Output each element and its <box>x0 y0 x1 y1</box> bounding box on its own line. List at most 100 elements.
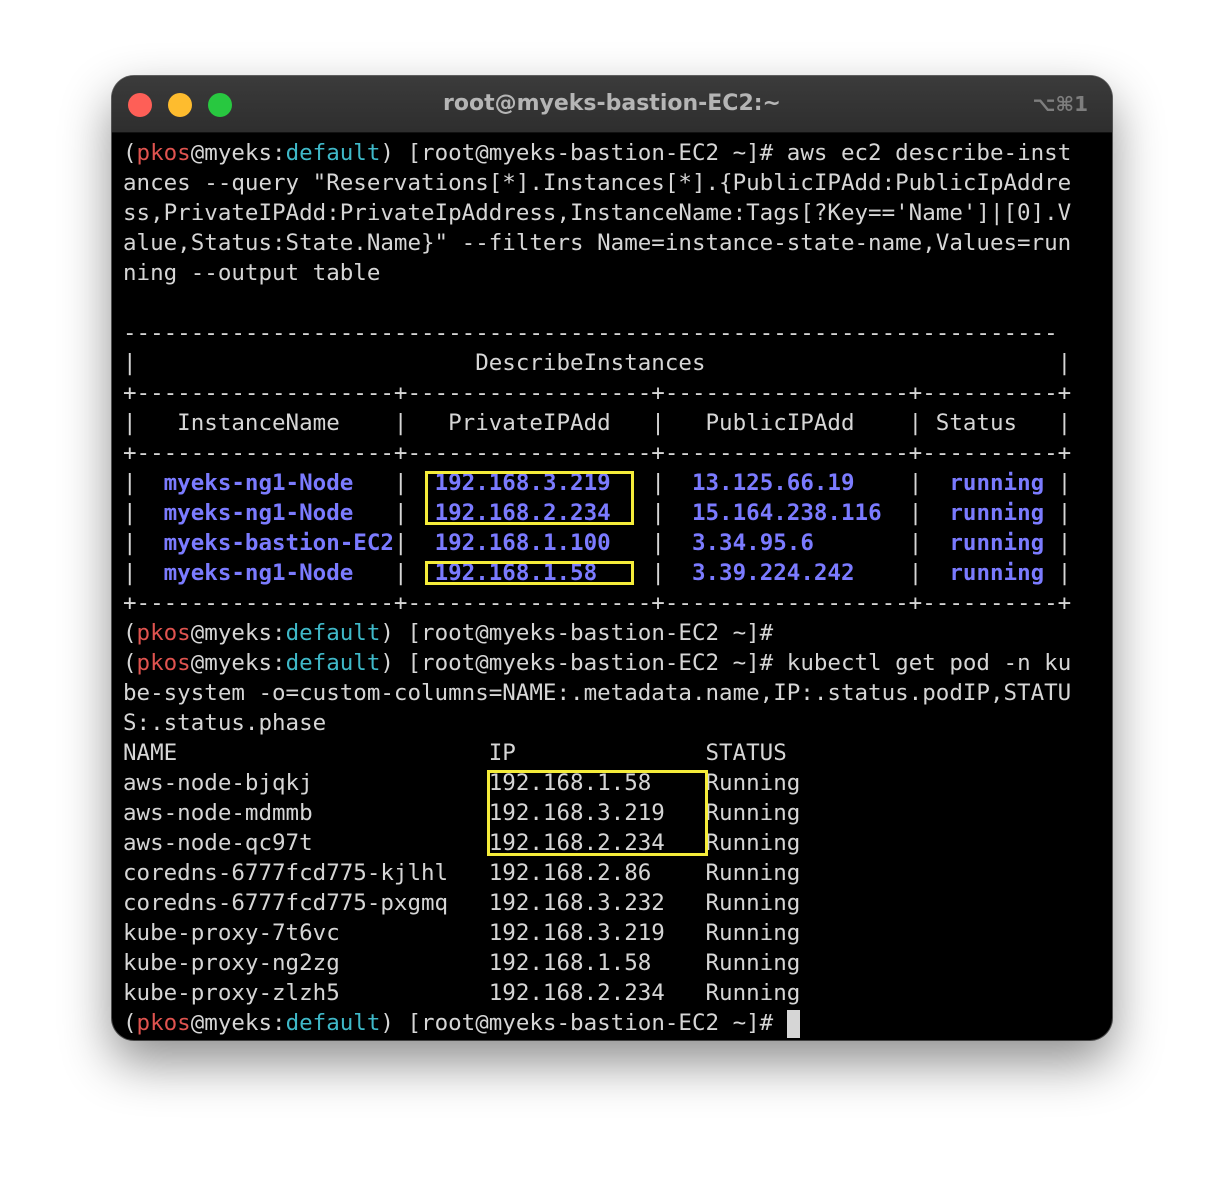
table-separator: +-------------------+------------------+… <box>123 378 1108 408</box>
command-text: alue,Status:State.Name}" --filters Name=… <box>123 230 1072 256</box>
cell-border: | <box>1044 560 1072 586</box>
command-continuation: S:.status.phase <box>123 708 1108 738</box>
cell-border: | <box>881 530 950 556</box>
prompt-user: pkos <box>136 650 191 676</box>
instance-status: running <box>949 470 1045 496</box>
pod-row: coredns-6777fcd775-pxgmq 192.168.3.232 R… <box>123 888 1108 918</box>
cell-border: | <box>1044 530 1072 556</box>
pod-status: Running <box>705 830 801 856</box>
table-title: | DescribeInstances | <box>123 350 1072 376</box>
cell-border: | <box>624 500 692 526</box>
command-continuation: alue,Status:State.Name}" --filters Name=… <box>123 228 1108 258</box>
pod-name: kube-proxy-ng2zg <box>123 950 489 976</box>
public-ip: 3.39.224.242 <box>691 560 882 586</box>
pod-status: Running <box>705 950 801 976</box>
prompt-namespace: default <box>285 140 381 166</box>
private-ip: 192.168.1.58 <box>434 560 625 586</box>
cell-border: | <box>393 530 435 556</box>
command-line: (pkos@myeks:default) [root@myeks-bastion… <box>123 648 1108 678</box>
prompt-user: pkos <box>136 1010 191 1036</box>
cell-border: | <box>123 500 164 526</box>
public-ip: 15.164.238.116 <box>691 500 882 526</box>
pod-ip: 192.168.1.58 <box>488 950 706 976</box>
pod-status: Running <box>705 920 801 946</box>
pod-header: NAME IP STATUS <box>123 738 1108 768</box>
prompt-user: pkos <box>136 140 191 166</box>
prompt-host: myeks <box>204 140 273 166</box>
table-separator: +-------------------+------------------+… <box>123 438 1108 468</box>
pod-row: kube-proxy-7t6vc 192.168.3.219 Running <box>123 918 1108 948</box>
prompt-rest: ) [root@myeks-bastion-EC2 ~]# <box>380 1010 774 1036</box>
window-title: root@myeks-bastion-EC2:~ <box>442 91 781 116</box>
command-line: (pkos@myeks:default) [root@myeks-bastion… <box>123 138 1108 168</box>
instance-status: running <box>949 530 1045 556</box>
command-text: ances --query "Reservations[*].Instances… <box>123 170 1072 196</box>
command-text: be-system -o=custom-columns=NAME:.metada… <box>123 680 1072 706</box>
cell-border: | <box>881 470 950 496</box>
pod-name: kube-proxy-zlzh5 <box>123 980 489 1006</box>
pod-ip: 192.168.1.58 <box>488 770 706 796</box>
command-continuation: ances --query "Reservations[*].Instances… <box>123 168 1108 198</box>
prompt-host: myeks <box>204 650 273 676</box>
pod-ip: 192.168.3.232 <box>488 890 706 916</box>
prompt-namespace: default <box>285 1010 381 1036</box>
cell-border: | <box>393 470 435 496</box>
cell-border: | <box>123 530 164 556</box>
pod-name: aws-node-mdmmb <box>123 800 489 826</box>
pod-ip: 192.168.3.219 <box>488 920 706 946</box>
pod-row: kube-proxy-ng2zg 192.168.1.58 Running <box>123 948 1108 978</box>
pod-ip: 192.168.2.234 <box>488 830 706 856</box>
public-ip: 3.34.95.6 <box>691 530 882 556</box>
prompt-line: (pkos@myeks:default) [root@myeks-bastion… <box>123 618 1108 648</box>
table-border: ----------------------------------------… <box>123 318 1108 348</box>
command-text: ss,PrivateIPAdd:PrivateIpAddress,Instanc… <box>123 200 1072 226</box>
prompt-at: @ <box>190 1010 205 1036</box>
window-shortcut: ⌥⌘1 <box>1032 92 1088 116</box>
pod-header-ip: IP <box>488 740 706 766</box>
prompt-rest: ) [root@myeks-bastion-EC2 ~]# <box>380 140 774 166</box>
instance-status: running <box>949 500 1045 526</box>
prompt-rest: ) [root@myeks-bastion-EC2 ~]# <box>380 650 774 676</box>
pod-header-name: NAME <box>123 740 489 766</box>
title-bar[interactable]: root@myeks-bastion-EC2:~ ⌥⌘1 <box>112 76 1112 133</box>
cell-border: | <box>624 530 692 556</box>
cell-border: | <box>881 560 950 586</box>
table-row: | myeks-bastion-EC2| 192.168.1.100 | 3.3… <box>123 528 1108 558</box>
cell-border: | <box>624 560 692 586</box>
prompt-at: @ <box>190 620 205 646</box>
pod-ip: 192.168.3.219 <box>488 800 706 826</box>
instance-name: myeks-bastion-EC2 <box>163 530 394 556</box>
prompt-open: ( <box>123 620 137 646</box>
cell-border: | <box>1044 500 1072 526</box>
pod-status: Running <box>705 890 801 916</box>
cell-border: | <box>123 470 164 496</box>
prompt-at: @ <box>190 140 205 166</box>
private-ip: 192.168.1.100 <box>434 530 625 556</box>
pod-status: Running <box>705 860 801 886</box>
terminal-content[interactable]: (pkos@myeks:default) [root@myeks-bastion… <box>123 138 1108 1038</box>
pod-status: Running <box>705 980 801 1006</box>
table-separator-text: +-------------------+------------------+… <box>123 590 1072 616</box>
pod-name: coredns-6777fcd775-kjlhl <box>123 860 489 886</box>
prompt-colon: : <box>272 650 286 676</box>
command-text: kubectl get pod -n ku <box>773 650 1072 676</box>
table-row: | myeks-ng1-Node | 192.168.1.58 | 3.39.2… <box>123 558 1108 588</box>
cell-border: | <box>881 500 950 526</box>
instance-name: myeks-ng1-Node <box>163 500 394 526</box>
pod-name: kube-proxy-7t6vc <box>123 920 489 946</box>
pod-row: aws-node-bjqkj 192.168.1.58 Running <box>123 768 1108 798</box>
pod-name: coredns-6777fcd775-pxgmq <box>123 890 489 916</box>
cell-border: | <box>123 560 164 586</box>
command-continuation: ss,PrivateIPAdd:PrivateIpAddress,Instanc… <box>123 198 1108 228</box>
cell-border: | <box>393 500 435 526</box>
table-separator-text: +-------------------+------------------+… <box>123 380 1072 406</box>
prompt-colon: : <box>272 1010 286 1036</box>
prompt-host: myeks <box>204 1010 273 1036</box>
prompt-open: ( <box>123 1010 137 1036</box>
pod-row: aws-node-mdmmb 192.168.3.219 Running <box>123 798 1108 828</box>
private-ip: 192.168.3.219 <box>434 470 625 496</box>
table-header-row: | InstanceName | PrivateIPAdd | PublicIP… <box>123 408 1108 438</box>
private-ip: 192.168.2.234 <box>434 500 625 526</box>
cell-border: | <box>1044 470 1072 496</box>
command-text: ning --output table <box>123 260 381 286</box>
